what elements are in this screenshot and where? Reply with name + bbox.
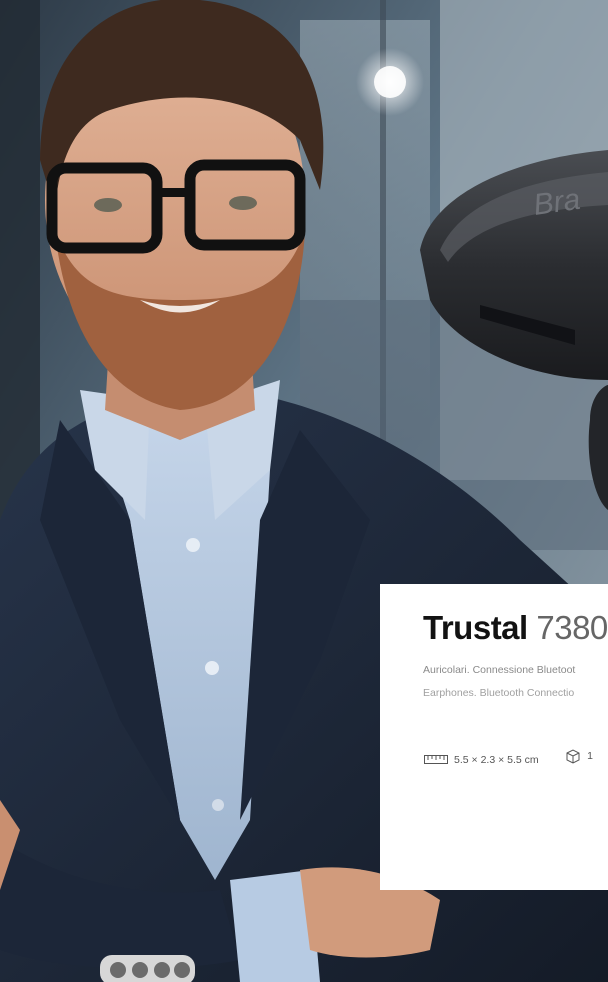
dimensions-value: 5.5 × 2.3 × 5.5 cm — [454, 753, 539, 766]
ruler-icon — [424, 755, 448, 764]
product-model: 7380 — [536, 609, 608, 646]
product-description-english: Earphones. Bluetooth Connectio — [423, 687, 575, 699]
package-value: 1 — [587, 750, 593, 762]
package-spec: 1 — [565, 748, 593, 764]
package-box-icon — [566, 749, 580, 764]
watch — [100, 955, 195, 982]
dimensions-spec: 5.5 × 2.3 × 5.5 cm — [424, 754, 539, 766]
product-description-italian: Auricolari. Connessione Bluetoot — [423, 664, 576, 676]
product-specs: 5.5 × 2.3 × 5.5 cm 1 — [424, 748, 608, 766]
case-logo-text: Bra — [531, 183, 582, 222]
product-title: Trustal 7380 — [423, 610, 608, 646]
product-card: Trustal 7380 Auricolari. Connessione Blu… — [380, 584, 608, 890]
product-brand: Trustal — [423, 609, 528, 646]
